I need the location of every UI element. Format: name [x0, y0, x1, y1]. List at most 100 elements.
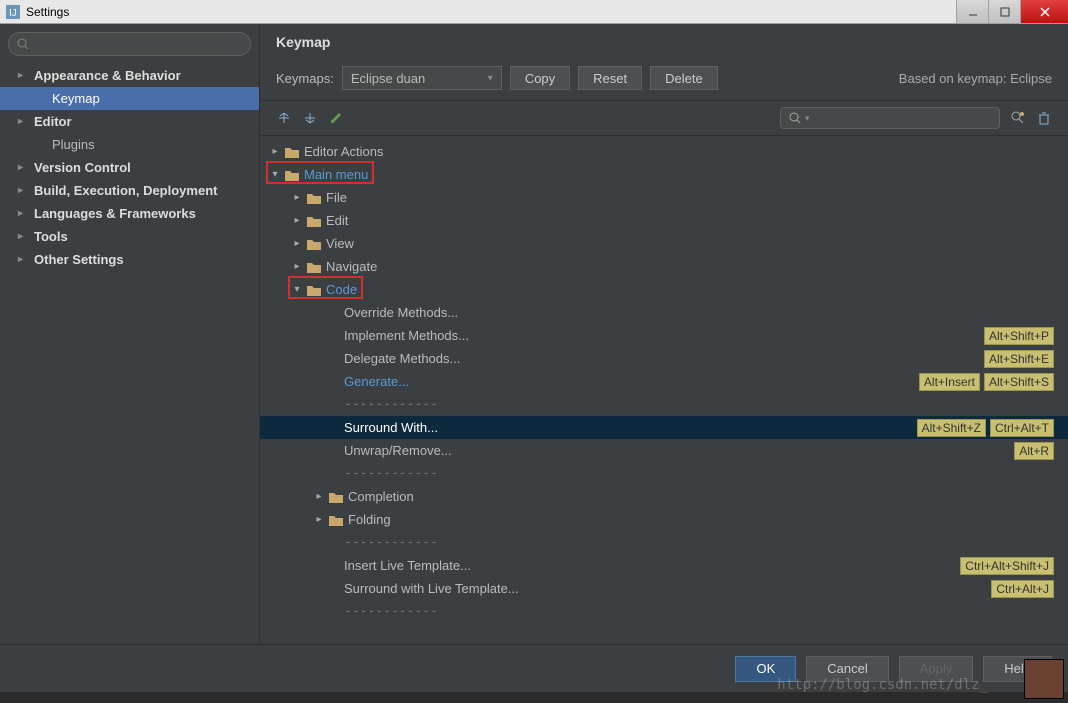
watermark-text: http://blog.csdn.net/dlz_ — [777, 677, 988, 693]
window-title: Settings — [26, 5, 69, 19]
shortcut-badge: Alt+Shift+S — [984, 373, 1054, 391]
tree-row[interactable]: ▸ File — [260, 186, 1068, 209]
shortcut-badge: Alt+Shift+E — [984, 350, 1054, 368]
svg-text:IJ: IJ — [9, 8, 17, 19]
folder-icon — [284, 168, 300, 182]
tree-arrow-icon: ▾ — [270, 169, 280, 180]
tree-label: Edit — [326, 213, 348, 228]
edit-icon[interactable] — [328, 110, 344, 126]
tree-row[interactable]: Unwrap/Remove...Alt+R — [260, 439, 1068, 462]
sidebar-item-appearance-behavior[interactable]: Appearance & Behavior — [0, 64, 259, 87]
tree-row[interactable]: Insert Live Template... Ctrl+Alt+Shift+J — [260, 554, 1068, 577]
tree-arrow-icon: ▸ — [292, 238, 302, 249]
tree-label: Completion — [348, 489, 414, 504]
tree-label: Override Methods... — [344, 305, 458, 320]
tree-row[interactable]: ▸ Folding — [260, 508, 1068, 531]
sidebar-item-tools[interactable]: Tools — [0, 225, 259, 248]
shortcut-badge: Alt+R — [1014, 442, 1054, 460]
tree-separator: ------------ — [260, 393, 1068, 416]
tree-row[interactable]: Generate...Alt+InsertAlt+Shift+S — [260, 370, 1068, 393]
tree-row[interactable]: Surround With...Alt+Shift+ZCtrl+Alt+T — [260, 416, 1068, 439]
folder-icon — [306, 214, 322, 228]
shortcut-badge: Ctrl+Alt+J — [991, 580, 1054, 598]
tree-label: Main menu — [304, 167, 368, 182]
tree-row[interactable]: ▸ View — [260, 232, 1068, 255]
sidebar-item-other-settings[interactable]: Other Settings — [0, 248, 259, 271]
tree-label: View — [326, 236, 354, 251]
sidebar-item-build-execution-deployment[interactable]: Build, Execution, Deployment — [0, 179, 259, 202]
shortcut-badge: Alt+Shift+P — [984, 327, 1054, 345]
expand-all-icon[interactable] — [276, 110, 292, 126]
tree-label: Delegate Methods... — [344, 351, 460, 366]
tree-separator: ------------ — [260, 462, 1068, 485]
copy-button[interactable]: Copy — [510, 66, 570, 90]
sidebar-item-plugins[interactable]: Plugins — [0, 133, 259, 156]
tree-arrow-icon: ▸ — [292, 192, 302, 203]
tree-arrow-icon: ▸ — [270, 146, 280, 157]
tree-row[interactable]: ▸ Editor Actions — [260, 140, 1068, 163]
tree-arrow-icon: ▾ — [292, 284, 302, 295]
tree-row[interactable]: Surround with Live Template... Ctrl+Alt+J — [260, 577, 1068, 600]
tree-label: Surround with Live Template... — [344, 581, 519, 596]
delete-button[interactable]: Delete — [650, 66, 718, 90]
separator-dashes: ------------ — [344, 466, 438, 481]
folder-icon — [328, 513, 344, 527]
app-icon: IJ — [6, 5, 20, 19]
keymap-tree[interactable]: ▸Editor Actions▾Main menu▸File▸Edit▸View… — [260, 136, 1068, 644]
titlebar: IJ Settings — [0, 0, 1068, 24]
avatar — [1024, 659, 1064, 699]
collapse-all-icon[interactable] — [302, 110, 318, 126]
tree-row[interactable]: Override Methods... — [260, 301, 1068, 324]
tree-row[interactable]: ▸ Completion — [260, 485, 1068, 508]
minimize-button[interactable] — [956, 0, 988, 23]
settings-sidebar: Appearance & BehaviorKeymapEditorPlugins… — [0, 24, 260, 644]
tree-label: Surround With... — [344, 420, 438, 435]
folder-icon — [306, 283, 322, 297]
keymaps-dropdown[interactable]: Eclipse duan ▾ — [342, 66, 502, 90]
tree-row[interactable]: Implement Methods... Alt+Shift+P — [260, 324, 1068, 347]
sidebar-item-editor[interactable]: Editor — [0, 110, 259, 133]
tree-label: Folding — [348, 512, 391, 527]
keymaps-label: Keymaps: — [276, 71, 334, 86]
tree-label: Editor Actions — [304, 144, 384, 159]
tree-label: Insert Live Template... — [344, 558, 471, 573]
tree-row[interactable]: ▸Navigate — [260, 255, 1068, 278]
chevron-down-icon: ▾ — [805, 113, 810, 124]
tree-row[interactable]: ▸ Edit — [260, 209, 1068, 232]
folder-icon — [328, 490, 344, 504]
trash-icon[interactable] — [1036, 110, 1052, 126]
tree-arrow-icon: ▸ — [314, 514, 324, 525]
find-by-shortcut-icon[interactable] — [1010, 110, 1026, 126]
action-search[interactable]: ▾ — [780, 107, 1000, 129]
tree-label: Code — [326, 282, 357, 297]
tree-label: Navigate — [326, 259, 377, 274]
tree-row[interactable]: ▾ Main menu — [260, 163, 1068, 186]
tree-label: Implement Methods... — [344, 328, 469, 343]
sidebar-item-version-control[interactable]: Version Control — [0, 156, 259, 179]
folder-icon — [306, 191, 322, 205]
tree-row[interactable]: ▾ Code — [260, 278, 1068, 301]
sidebar-search[interactable] — [8, 32, 251, 56]
tree-separator: ------------ — [260, 600, 1068, 623]
reset-button[interactable]: Reset — [578, 66, 642, 90]
sidebar-item-keymap[interactable]: Keymap — [0, 87, 259, 110]
tree-row[interactable]: Delegate Methods... Alt+Shift+E — [260, 347, 1068, 370]
folder-icon — [306, 260, 322, 274]
maximize-button[interactable] — [988, 0, 1020, 23]
folder-icon — [284, 145, 300, 159]
tree-arrow-icon: ▸ — [292, 215, 302, 226]
tree-label: File — [326, 190, 347, 205]
chevron-down-icon: ▾ — [488, 73, 493, 84]
separator-dashes: ------------ — [344, 604, 438, 619]
folder-icon — [306, 237, 322, 251]
page-title: Keymap — [260, 24, 1068, 60]
search-icon — [789, 112, 801, 124]
tree-label: Generate... — [344, 374, 409, 389]
tree-arrow-icon: ▸ — [314, 491, 324, 502]
shortcut-badge: Alt+Shift+Z — [917, 419, 986, 437]
close-button[interactable] — [1020, 0, 1068, 23]
search-icon — [17, 38, 29, 50]
sidebar-item-languages-frameworks[interactable]: Languages & Frameworks — [0, 202, 259, 225]
shortcut-badge: Ctrl+Alt+Shift+J — [960, 557, 1054, 575]
separator-dashes: ------------ — [344, 535, 438, 550]
